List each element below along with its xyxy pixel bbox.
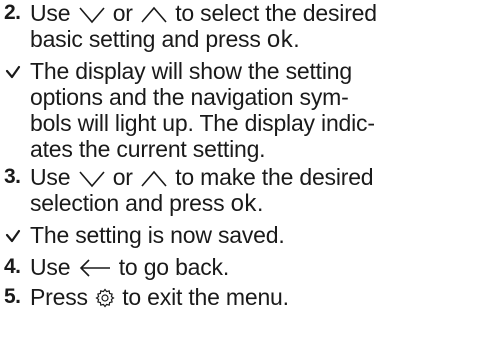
step-number: 4. bbox=[4, 255, 21, 278]
step-word: to make the desired bbox=[175, 164, 374, 190]
ok-key-label: ok bbox=[230, 190, 257, 217]
step-text: Use or to make the desired selection and… bbox=[30, 164, 478, 217]
step-text: Use or to select the desired basic setti… bbox=[30, 0, 478, 53]
step-word: Use bbox=[30, 254, 71, 280]
step-word: to exit the menu. bbox=[122, 284, 289, 310]
step-word: . bbox=[293, 26, 300, 52]
step-word: to go back. bbox=[118, 254, 230, 280]
step-word: to select the desired bbox=[175, 0, 377, 26]
step-word: basic setting and press bbox=[30, 26, 261, 52]
step-word: Press bbox=[30, 284, 88, 310]
step-text: Use to go back. bbox=[30, 254, 478, 280]
step-word: selection and press bbox=[30, 190, 225, 216]
chevron-down-icon bbox=[78, 4, 106, 24]
step-number: 5. bbox=[4, 285, 21, 308]
step-word: or bbox=[112, 0, 133, 26]
arrow-left-icon bbox=[78, 258, 112, 278]
ok-key-label: ok bbox=[266, 26, 294, 53]
check-icon bbox=[4, 227, 22, 245]
step-word: Use bbox=[30, 0, 71, 26]
step-word: Use bbox=[30, 164, 71, 190]
chevron-up-icon bbox=[140, 168, 168, 188]
gear-icon bbox=[95, 288, 115, 308]
chevron-down-icon bbox=[78, 168, 106, 188]
step-word: . bbox=[256, 190, 264, 216]
step-text: Press to exit the menu. bbox=[30, 284, 478, 310]
step-number: 2. bbox=[4, 1, 21, 24]
chevron-up-icon bbox=[140, 4, 168, 24]
step-word: or bbox=[112, 164, 133, 190]
result-text: The display will show the setting option… bbox=[30, 58, 375, 162]
step-number: 3. bbox=[4, 165, 21, 188]
check-icon bbox=[4, 63, 22, 81]
result-text: The setting is now saved. bbox=[30, 222, 285, 248]
